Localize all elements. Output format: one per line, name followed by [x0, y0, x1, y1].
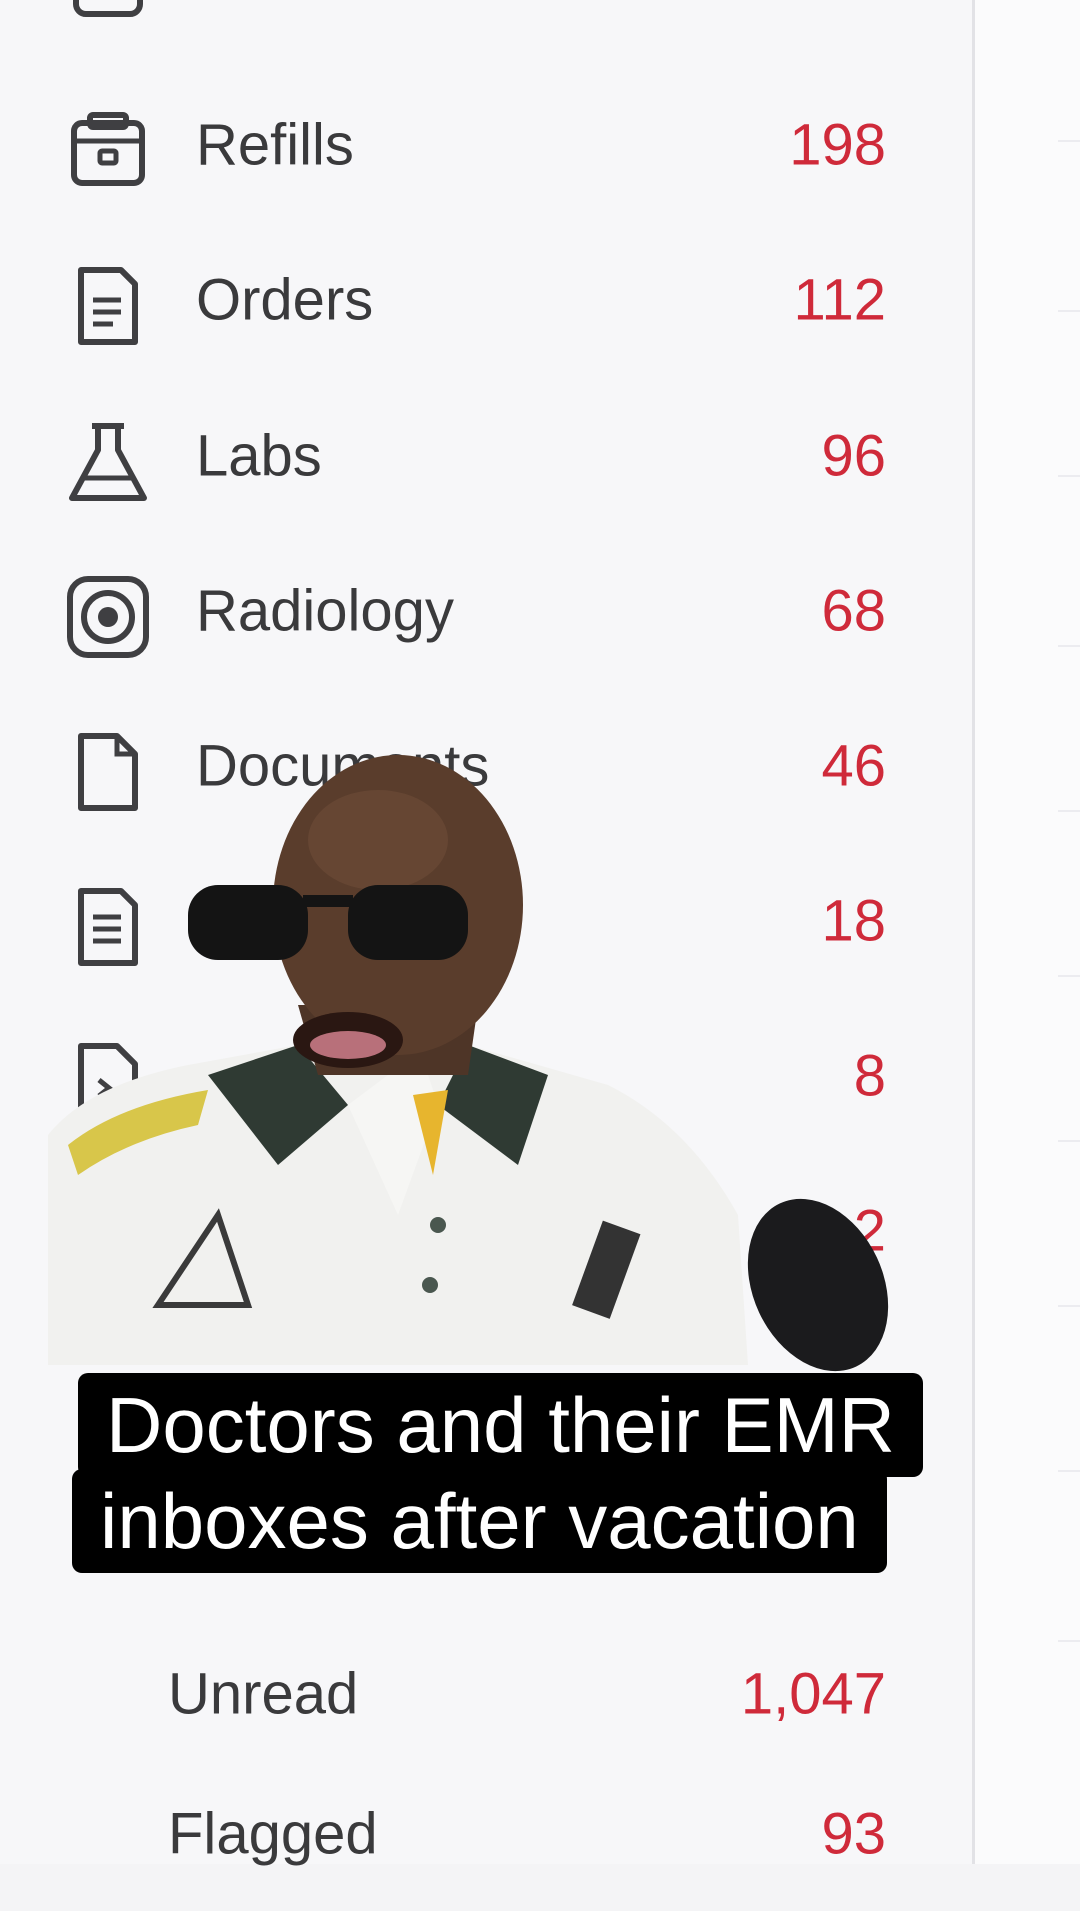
caption-line-1: Doctors and their EMR [78, 1373, 923, 1477]
summary-count: 1,047 [740, 1661, 886, 1726]
summary-flagged[interactable]: Flagged 93 [0, 1756, 972, 1911]
clipboard-icon [66, 264, 150, 348]
caption-line-2: inboxes after vacation [72, 1469, 887, 1573]
inbox-item-patient-calls[interactable]: Patient Calls 134 [0, 0, 972, 55]
summary-unread[interactable]: Unread 1,047 [0, 1616, 972, 1771]
summary-count: 93 [821, 1801, 886, 1866]
flask-icon [66, 420, 150, 504]
inbox-item-label: Orders [196, 267, 374, 332]
radiology-icon [66, 575, 150, 659]
row-separator [1058, 475, 1080, 477]
inbox-item-label: Radiology [196, 578, 454, 643]
summary-label: Unread [168, 1661, 359, 1726]
phone-icon [66, 0, 150, 26]
row-separator [1058, 1470, 1080, 1472]
row-separator [1058, 1305, 1080, 1307]
summary-label: Flagged [168, 1801, 378, 1866]
row-separator [1058, 645, 1080, 647]
person-cutout-image [48, 745, 910, 1375]
inbox-item-label: Refills [196, 112, 354, 177]
inbox-item-count: 112 [793, 267, 886, 332]
pill-bottle-icon [66, 109, 150, 193]
inbox-item-labs[interactable]: Labs 96 [0, 378, 972, 533]
row-separator [1058, 310, 1080, 312]
row-separator [1058, 810, 1080, 812]
inbox-item-count: 198 [789, 112, 886, 177]
inbox-item-label: Patient Calls [196, 0, 522, 11]
row-separator [1058, 975, 1080, 977]
inbox-item-label: Labs [196, 423, 322, 488]
inbox-item-refills[interactable]: Refills 198 [0, 67, 972, 222]
inbox-item-orders[interactable]: Orders 112 [0, 222, 972, 377]
inbox-item-count: 68 [821, 578, 886, 643]
row-separator [1058, 1640, 1080, 1642]
inbox-item-count: 96 [821, 423, 886, 488]
message-pane [975, 0, 1080, 1864]
inbox-item-radiology[interactable]: Radiology 68 [0, 533, 972, 688]
video-caption: Doctors and their EMR inboxes after vaca… [72, 1373, 966, 1573]
inbox-item-count: 134 [789, 0, 886, 11]
row-separator [1058, 1140, 1080, 1142]
row-separator [1058, 140, 1080, 142]
